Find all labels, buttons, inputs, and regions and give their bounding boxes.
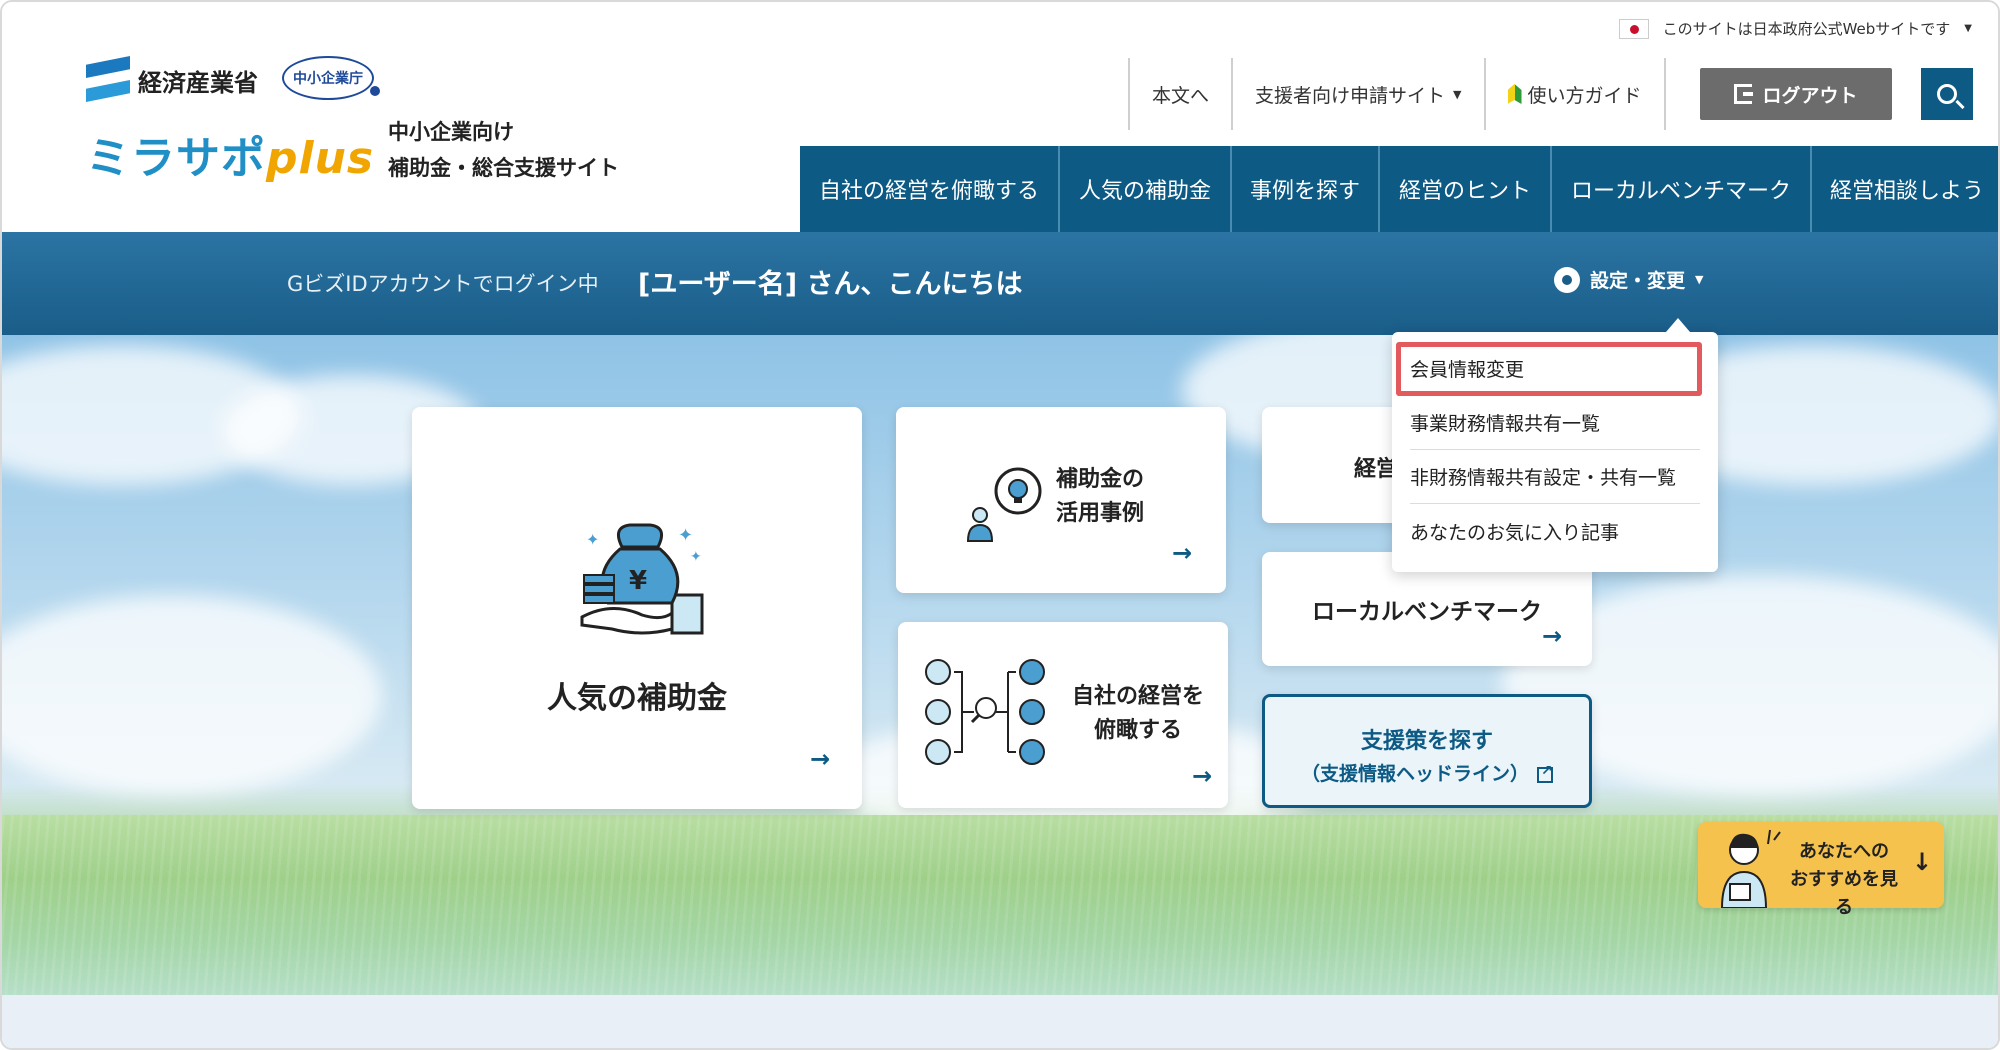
card-subtitle-text: （支援情報ヘッドライン） (1300, 763, 1529, 785)
meti-logo: 経済産業省 (86, 56, 258, 104)
supporter-site-link[interactable]: 支援者向け申請サイト ▼ (1231, 58, 1483, 130)
card-subtitle: （支援情報ヘッドライン） (1265, 759, 1589, 786)
arrow-right-icon: → (1172, 539, 1193, 567)
util-nav-label: 本文へ (1152, 84, 1210, 107)
meti-label: 経済産業省 (138, 68, 258, 97)
gov-notice[interactable]: このサイトは日本政府公式Webサイトです ▼ (1618, 18, 1972, 39)
meti-mark-icon (86, 56, 130, 104)
footer-strip (2, 995, 1998, 1048)
japan-flag-icon (1618, 18, 1649, 39)
card-popular-subsidy[interactable]: ¥ ✦ ✦ ✦ 人気の補助金 → (412, 407, 862, 809)
agency-logo: 中小企業庁 (282, 56, 380, 100)
nav-item-management-overview[interactable]: 自社の経営を俯瞰する (800, 146, 1060, 232)
dropdown-item-financial-share[interactable]: 事業財務情報共有一覧 (1410, 396, 1700, 450)
nav-item-local-benchmark[interactable]: ローカルベンチマーク (1552, 146, 1812, 232)
site-subtitle-line2: 補助金・総合支援サイト (388, 156, 619, 180)
recommend-text: あなたへの おすすめを見る (1782, 838, 1906, 922)
dropdown-item-favorites[interactable]: あなたのお気に入り記事 (1410, 504, 1700, 558)
dropdown-item-nonfinancial-share[interactable]: 非財務情報共有設定・共有一覧 (1410, 450, 1700, 504)
site-header: このサイトは日本政府公式Webサイトです ▼ 経済産業省 中小企業庁 ミラサポp… (2, 2, 1998, 232)
card-title-line2: 俯瞰する (1093, 718, 1182, 743)
logout-icon (1734, 84, 1754, 104)
card-support-headline[interactable]: 支援策を探す （支援情報ヘッドライン） (1262, 694, 1592, 808)
svg-text:¥: ¥ (629, 566, 647, 596)
utility-nav: 本文へ 支援者向け申請サイト ▼ 使い方ガイド (1128, 58, 1666, 130)
recommend-line1: あなたへの (1799, 841, 1889, 862)
arrow-right-icon: → (1542, 622, 1563, 650)
caret-down-icon: ▼ (1453, 87, 1462, 101)
main-nav: 自社の経営を俯瞰する 人気の補助金 事例を探す 経営のヒント ローカルベンチマー… (800, 146, 1998, 232)
nav-item-popular-subsidy[interactable]: 人気の補助金 (1060, 146, 1232, 232)
svg-text:✦: ✦ (678, 525, 693, 546)
card-title: 支援策を探す (1360, 729, 1493, 754)
login-status-bar: GビズIDアカウントでログイン中 [ユーザー名] さん、こんにちは 設定・変更 … (2, 232, 1998, 335)
person-idea-icon (1720, 829, 1781, 908)
recommend-button[interactable]: あなたへの おすすめを見る ↓ (1698, 822, 1944, 918)
card-title: 補助金の 活用事例 (1056, 463, 1144, 531)
mirasapo-logo: ミラサポplus (86, 122, 374, 186)
skip-to-content-link[interactable]: 本文へ (1128, 58, 1231, 130)
logout-button[interactable]: ログアウト (1700, 68, 1892, 120)
util-nav-label: 使い方ガイド (1527, 84, 1642, 107)
svg-text:✦: ✦ (690, 549, 702, 565)
user-greeting: [ユーザー名] さん、こんにちは (638, 269, 1023, 300)
browser-frame: このサイトは日本政府公式Webサイトです ▼ 経済産業省 中小企業庁 ミラサポp… (0, 0, 2000, 1050)
usage-guide-link[interactable]: 使い方ガイド (1483, 58, 1666, 130)
highlight-box (1396, 342, 1702, 396)
arrow-down-icon: ↓ (1912, 848, 1933, 876)
site-subtitle: 中小企業向け 補助金・総合支援サイト (388, 114, 619, 186)
card-title: 自社の経営を 俯瞰する (1068, 680, 1208, 748)
arrow-right-icon: → (1192, 762, 1213, 790)
settings-menu-toggle[interactable]: 設定・変更 ▼ (1551, 263, 1704, 296)
gov-notice-text: このサイトは日本政府公式Webサイトです (1662, 20, 1951, 38)
beginner-leaf-icon (1507, 84, 1522, 104)
arrow-right-icon: → (810, 745, 831, 773)
util-nav-label: 支援者向け申請サイト (1255, 84, 1446, 107)
card-title: ローカルベンチマーク (1312, 599, 1542, 625)
card-management-overview[interactable]: 自社の経営を 俯瞰する → (898, 622, 1228, 808)
gear-icon (1551, 263, 1583, 296)
card-subsidy-cases[interactable]: 補助金の 活用事例 → (896, 407, 1226, 593)
business-overview-diagram-icon (925, 659, 1045, 765)
lightbulb-person-icon (966, 467, 1042, 542)
login-status-text: GビズIDアカウントでログイン中 (287, 272, 599, 296)
chevron-down-icon: ▼ (1964, 23, 1972, 34)
search-icon (1937, 84, 1957, 104)
logout-label: ログアウト (1762, 85, 1858, 107)
logo-main: ミラサポ (86, 133, 266, 184)
svg-text:✦: ✦ (586, 530, 599, 549)
money-bag-hand-icon: ¥ ✦ ✦ ✦ (580, 523, 704, 635)
nav-item-case-studies[interactable]: 事例を探す (1232, 146, 1380, 232)
logo-plus: plus (266, 133, 375, 184)
recommend-line2: おすすめを見る (1790, 869, 1898, 918)
site-logo[interactable]: 経済産業省 中小企業庁 ミラサポplus 中小企業向け 補助金・総合支援サイト (86, 52, 646, 184)
nav-item-management-tips[interactable]: 経営のヒント (1380, 146, 1552, 232)
external-link-icon (1537, 763, 1553, 783)
site-subtitle-line1: 中小企業向け (388, 120, 514, 144)
nav-item-consultation[interactable]: 経営相談しよう (1812, 146, 1998, 232)
card-title: 人気の補助金 (547, 681, 727, 716)
search-button[interactable] (1921, 68, 1973, 120)
card-title-line1: 補助金の (1056, 467, 1145, 492)
card-title-line1: 自社の経営を (1071, 684, 1204, 709)
caret-down-icon: ▼ (1695, 273, 1704, 286)
card-title-line2: 活用事例 (1056, 501, 1145, 526)
settings-label: 設定・変更 (1590, 270, 1686, 292)
